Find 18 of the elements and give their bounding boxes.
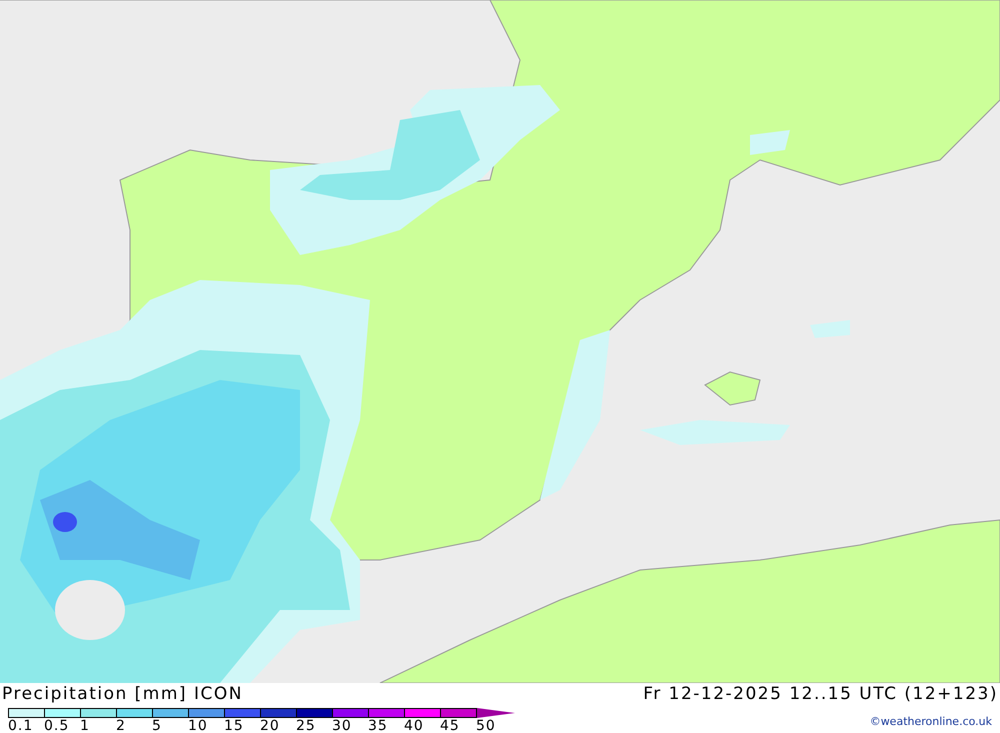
- legend-tick-label: 15: [224, 718, 245, 733]
- legend-tick-label: 50: [476, 718, 497, 733]
- legend-tick-label: 35: [368, 718, 389, 733]
- credit-link[interactable]: ©weatheronline.co.uk: [870, 715, 992, 728]
- legend-arrow-icon: [477, 708, 515, 718]
- legend-tick-label: 20: [260, 718, 281, 733]
- legend-tick-label: 1: [80, 718, 91, 733]
- legend-tick-label: 25: [296, 718, 317, 733]
- map-title: Precipitation [mm] ICON: [2, 683, 244, 705]
- legend-tick-label: 40: [404, 718, 425, 733]
- legend-tick-label: 30: [332, 718, 353, 733]
- legend-tick-label: 0.1: [8, 718, 34, 733]
- legend-tick-label: 5: [152, 718, 163, 733]
- legend-tick-label: 2: [116, 718, 127, 733]
- legend-tick-label: 10: [188, 718, 209, 733]
- valid-time: Fr 12-12-2025 12..15 UTC (12+123): [643, 683, 998, 705]
- legend-tick-label: 0.5: [44, 718, 70, 733]
- legend-tick-label: 45: [440, 718, 461, 733]
